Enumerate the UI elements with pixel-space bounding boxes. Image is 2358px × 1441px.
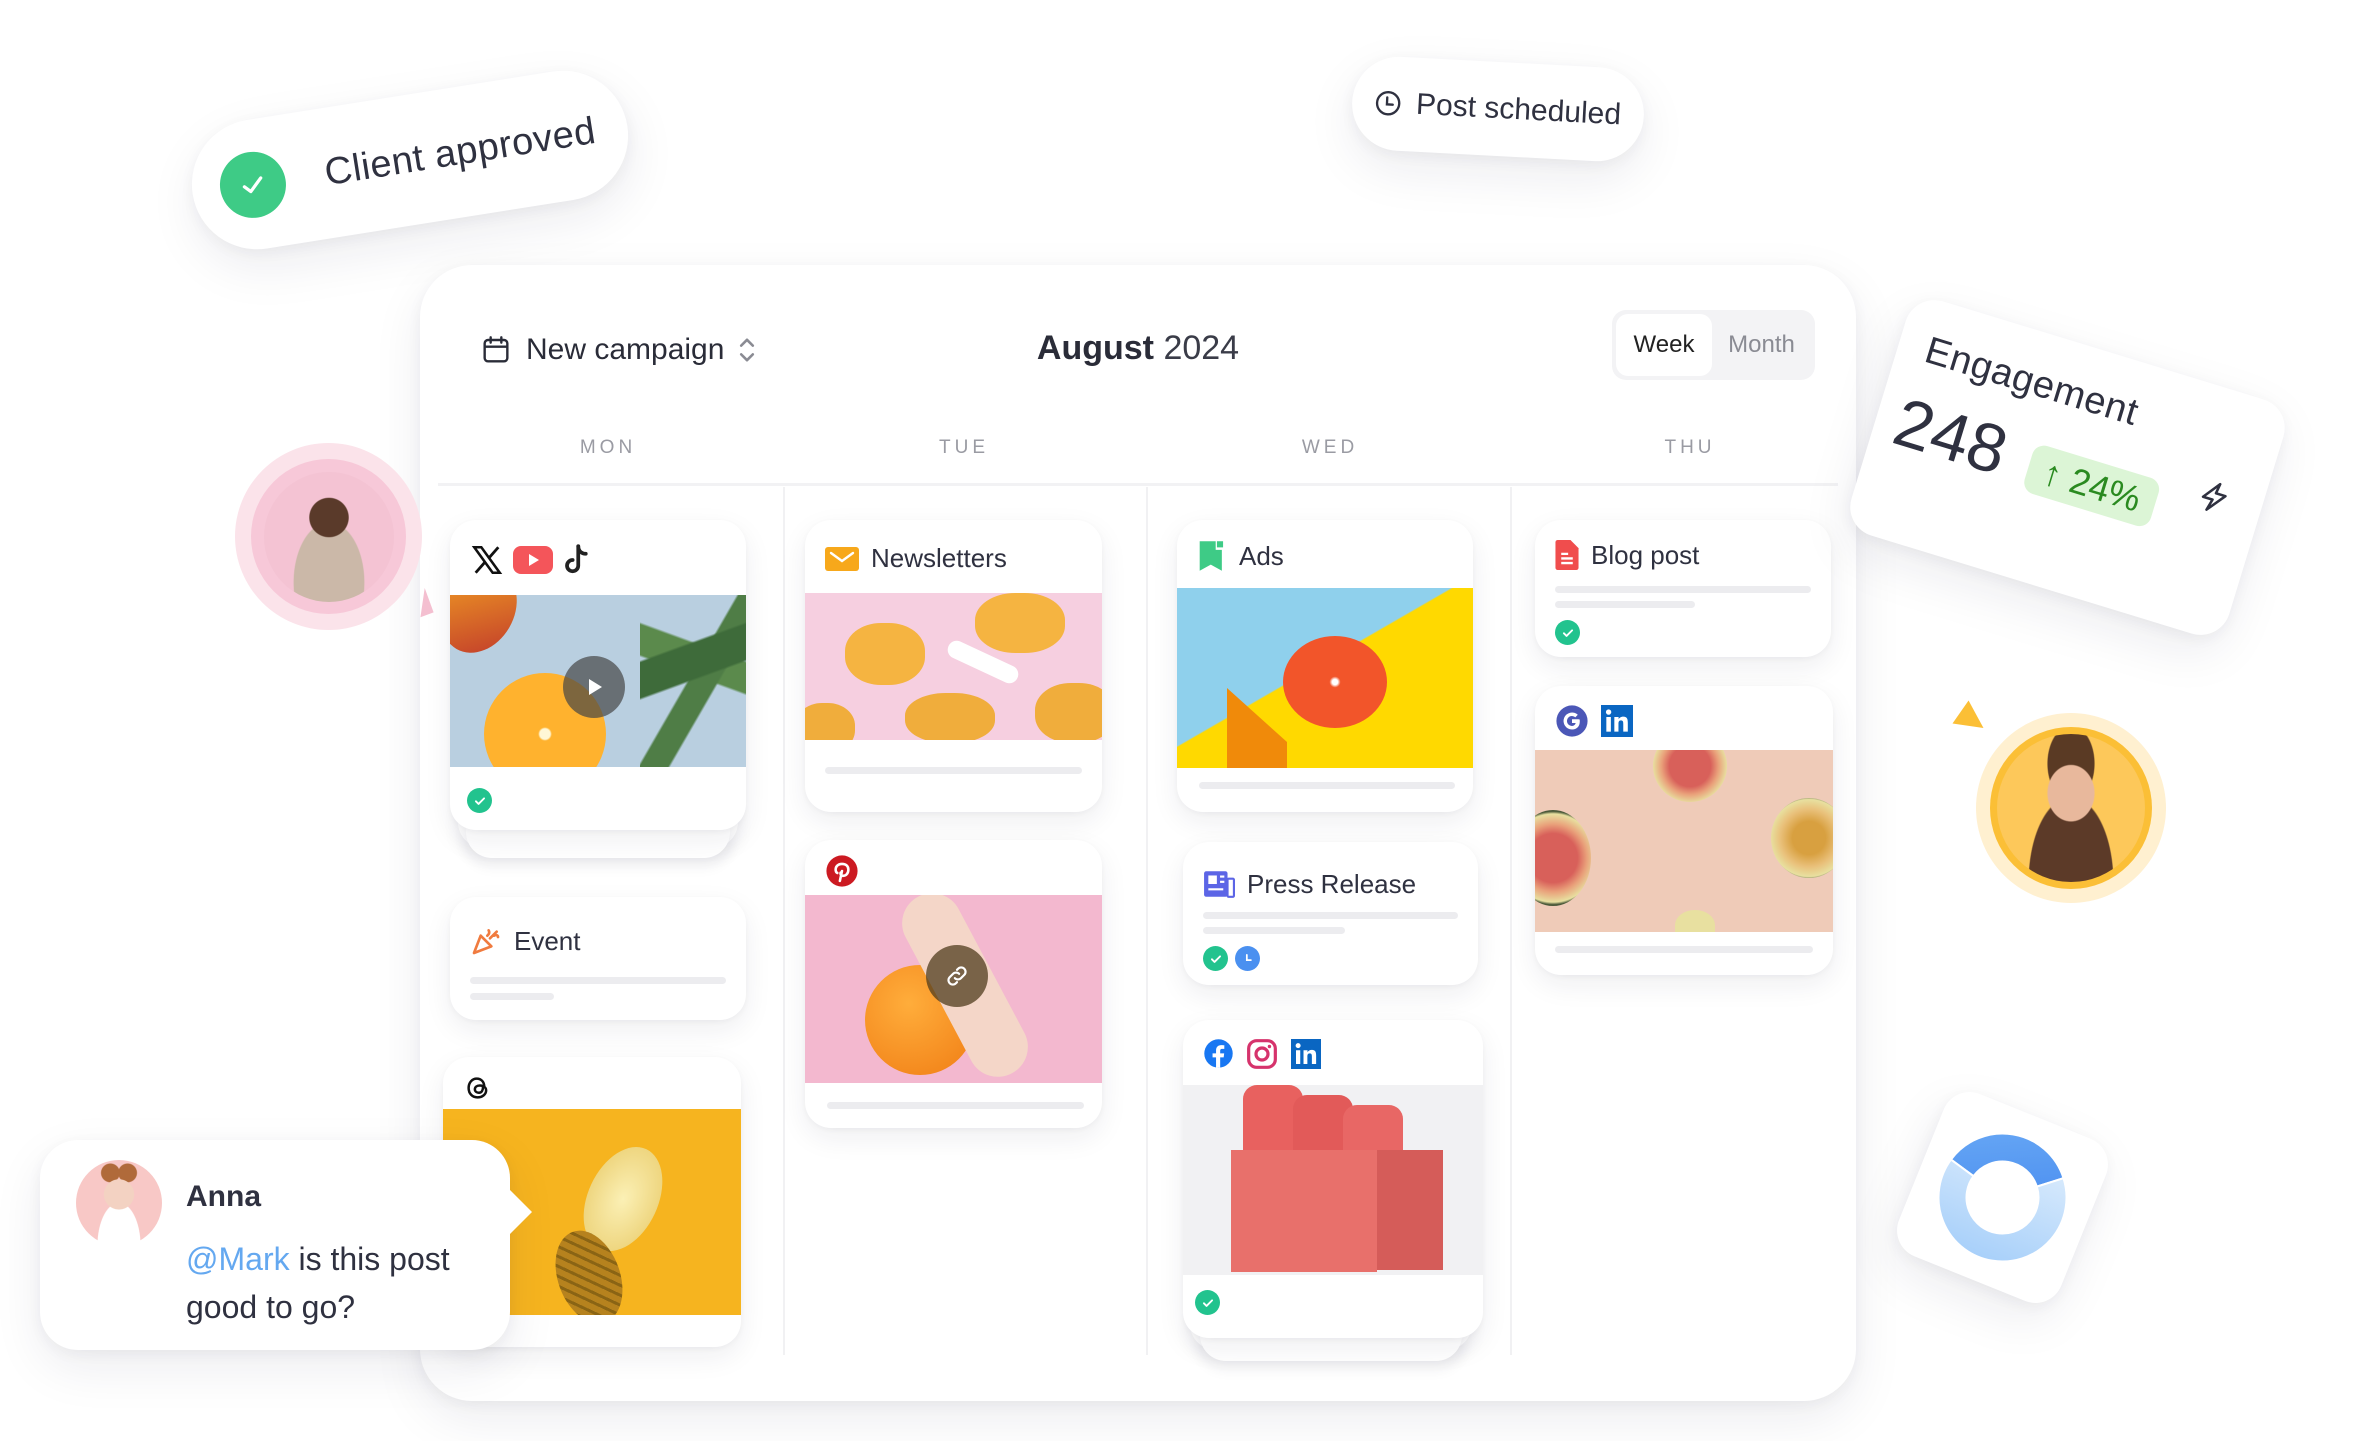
comment-author: Anna (186, 1180, 261, 1213)
bookmark-flag-icon (1197, 540, 1227, 572)
column-divider (1510, 487, 1512, 1355)
donut-chart (1937, 1132, 2068, 1263)
post-card-ads[interactable]: Ads (1177, 520, 1473, 812)
youtube-icon (512, 545, 554, 575)
status-approved-icon (1555, 620, 1580, 645)
status-approved-icon (1195, 1290, 1220, 1315)
arrow-up-icon: ↑ (2038, 451, 2068, 496)
platform-icons (450, 520, 746, 595)
post-scheduled-text: Post scheduled (1415, 87, 1622, 132)
lightning-icon (2193, 475, 2236, 519)
post-image-juice-bottles (1183, 1085, 1483, 1275)
comment-bubble: Anna @Mark is this post good to go? (40, 1140, 532, 1350)
month-name: August (1036, 329, 1154, 367)
x-icon (470, 543, 504, 577)
platform-icons (805, 840, 1102, 895)
party-popper-icon (470, 925, 502, 957)
engagement-change-badge: ↑ 24% (2021, 442, 2163, 530)
newspaper-icon (1203, 870, 1235, 898)
tiktok-icon (562, 543, 592, 577)
mail-icon (825, 546, 859, 571)
post-card-thu-social[interactable] (1535, 686, 1833, 975)
post-card-mon-video[interactable] (450, 520, 746, 830)
placeholder-line (470, 993, 554, 1000)
placeholder-line (1555, 601, 1695, 608)
post-card-wed-social[interactable] (1183, 1020, 1483, 1338)
day-label-mon: MON (579, 437, 637, 458)
collaborator-avatar-yellow[interactable] (1976, 713, 2166, 903)
card-title: Press Release (1247, 868, 1417, 899)
link-icon (944, 963, 970, 989)
post-card-pinterest[interactable] (805, 840, 1102, 1128)
clock-icon (1373, 89, 1402, 118)
post-image-orange-pineapple (450, 595, 746, 767)
linkedin-icon (1290, 1038, 1322, 1069)
check-circle-icon (215, 147, 291, 223)
threads-icon (463, 1073, 493, 1103)
status-approved-icon (467, 788, 492, 813)
platform-icons (1535, 686, 1833, 750)
day-label-thu: THU (1664, 437, 1716, 458)
placeholder-line (1203, 912, 1458, 919)
placeholder-line (1555, 946, 1813, 953)
column-divider (783, 487, 785, 1355)
avatar-photo (263, 471, 394, 602)
cursor-pointer-yellow (1952, 700, 1992, 740)
avatar-photo (1997, 734, 2145, 882)
analytics-donut-widget (1888, 1083, 2117, 1312)
engagement-widget: Engagement 248 ↑ 24% (1842, 292, 2293, 643)
client-approved-text: Client approved (321, 109, 599, 194)
header-divider (438, 483, 1838, 486)
link-button[interactable] (926, 945, 988, 1007)
status-scheduled-icon (1235, 946, 1260, 971)
card-title: Ads (1239, 540, 1284, 571)
year: 2024 (1163, 329, 1240, 367)
post-image-dried-fruit (805, 593, 1102, 740)
view-month-button[interactable]: Month (1712, 314, 1811, 376)
post-card-event[interactable]: Event (450, 897, 746, 1020)
play-icon (582, 675, 606, 699)
commenter-avatar (76, 1160, 162, 1246)
card-title: Newsletters (871, 543, 1007, 573)
post-image-grapefruit (1177, 588, 1473, 768)
engagement-value: 248 (1885, 383, 2017, 490)
post-image-figs (1535, 750, 1833, 932)
placeholder-line (470, 977, 726, 984)
document-icon (1555, 540, 1579, 570)
post-card-press-release[interactable]: Press Release (1183, 842, 1478, 985)
mention-link[interactable]: @Mark (186, 1241, 290, 1277)
post-image-hand-orange (805, 895, 1102, 1083)
comment-message: @Mark is this post good to go? (186, 1235, 496, 1331)
day-label-wed: WED (1301, 437, 1359, 458)
status-approved-icon (1203, 946, 1228, 971)
play-button[interactable] (563, 656, 625, 718)
placeholder-line (1199, 782, 1455, 789)
google-icon (1555, 704, 1589, 738)
platform-icons (443, 1057, 741, 1109)
pinterest-icon (825, 854, 859, 888)
view-toggle: Week Month (1612, 310, 1815, 380)
collaborator-avatar-pink[interactable] (235, 443, 422, 630)
day-label-tue: TUE (939, 437, 989, 458)
placeholder-line (827, 1102, 1084, 1109)
post-card-newsletters[interactable]: Newsletters (805, 520, 1102, 812)
client-approved-notification: Client approved (182, 61, 638, 259)
instagram-icon (1246, 1038, 1278, 1070)
view-week-button[interactable]: Week (1616, 314, 1712, 376)
platform-icons (1183, 1020, 1483, 1085)
post-card-blog-post[interactable]: Blog post (1535, 520, 1831, 657)
placeholder-line (1555, 586, 1811, 593)
card-title: Blog post (1591, 539, 1700, 570)
card-title: Event (514, 925, 581, 956)
engagement-change-value: 24% (2064, 459, 2146, 520)
facebook-icon (1203, 1038, 1234, 1069)
post-scheduled-notification: Post scheduled (1349, 54, 1647, 164)
placeholder-line (1203, 927, 1345, 934)
linkedin-icon (1601, 705, 1633, 737)
column-divider (1146, 487, 1148, 1355)
placeholder-line (825, 767, 1082, 774)
